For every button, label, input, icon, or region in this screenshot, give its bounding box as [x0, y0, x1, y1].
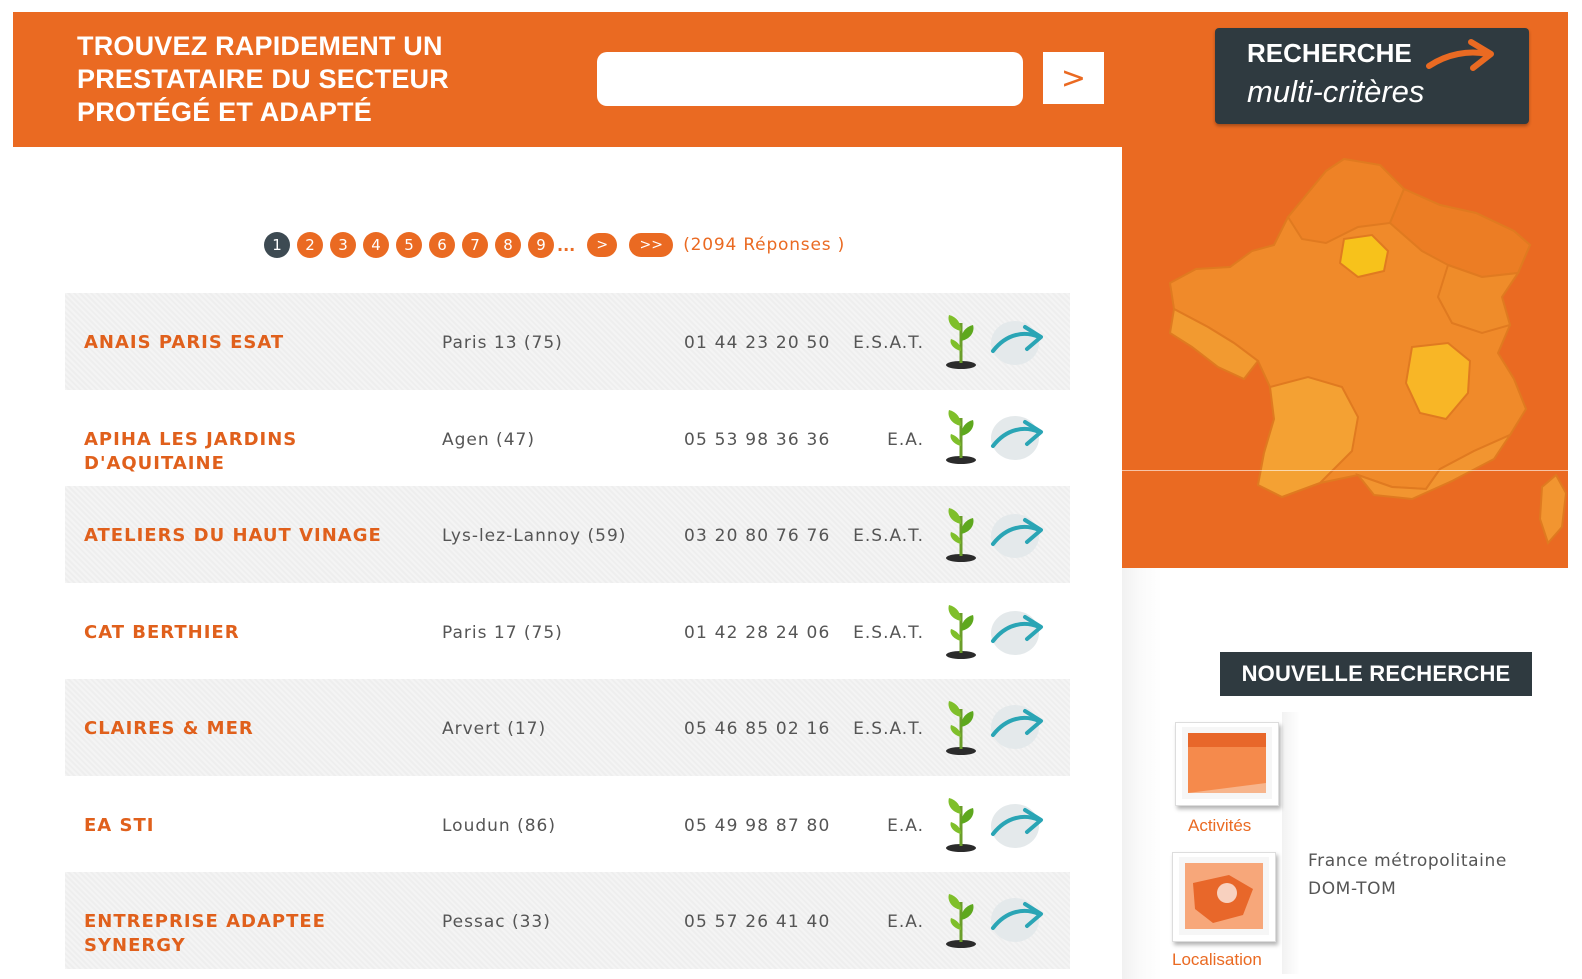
page-link[interactable]: 9	[528, 232, 554, 258]
go-arrow-icon[interactable]	[987, 701, 1045, 751]
result-name-link[interactable]: EA STI	[84, 814, 424, 838]
header-title-line: TROUVEZ RAPIDEMENT UN	[77, 31, 443, 61]
pagination-ellipsis: ...	[557, 235, 576, 255]
result-row: ATELIERS DU HAUT VINAGE Lys-lez-Lannoy (…	[65, 486, 1070, 583]
activities-thumbnail[interactable]	[1175, 722, 1279, 806]
result-phone: 05 53 98 36 36	[684, 429, 831, 450]
go-arrow-icon[interactable]	[987, 412, 1045, 462]
plant-icon	[946, 894, 976, 948]
new-search-button[interactable]: NOUVELLE RECHERCHE	[1220, 652, 1532, 696]
result-phone: 05 46 85 02 16	[684, 719, 831, 739]
search-submit-button[interactable]: >	[1043, 52, 1104, 104]
page-link[interactable]: 5	[396, 232, 422, 258]
plant-icon	[946, 508, 976, 562]
france-map[interactable]	[1122, 147, 1568, 568]
page-link[interactable]: 4	[363, 232, 389, 258]
result-phone: 01 44 23 20 50	[684, 333, 831, 353]
result-type: E.S.A.T.	[853, 526, 924, 546]
result-name-link[interactable]: ENTREPRISE ADAPTEE SYNERGY	[84, 910, 424, 958]
header-title-line: PROTÉGÉ ET ADAPTÉ	[77, 97, 372, 127]
localisation-thumbnail[interactable]	[1172, 852, 1276, 942]
header-title-line: PRESTATAIRE DU SECTEUR	[77, 64, 449, 94]
result-phone: 05 49 98 87 80	[684, 815, 831, 836]
plant-icon	[946, 315, 976, 369]
result-type: E.S.A.T.	[853, 622, 924, 643]
header-title: TROUVEZ RAPIDEMENT UN PRESTATAIRE DU SEC…	[77, 30, 497, 129]
result-city: Paris 13 (75)	[442, 333, 563, 353]
multi-search-label: RECHERCHE	[1247, 38, 1412, 68]
map-panel	[1122, 147, 1568, 568]
plant-icon	[946, 409, 976, 464]
page-link[interactable]: 8	[495, 232, 521, 258]
page-edge	[0, 0, 12, 979]
result-type: E.A.	[887, 815, 924, 836]
localisation-option-domtom[interactable]: DOM-TOM	[1308, 879, 1396, 899]
results-list: ANAIS PARIS ESAT Paris 13 (75) 01 44 23 …	[65, 293, 1070, 969]
orange-arrow-icon	[1426, 39, 1494, 71]
go-arrow-icon[interactable]	[987, 894, 1045, 944]
result-type: E.S.A.T.	[853, 333, 924, 353]
multi-search-sublabel: multi-critères	[1247, 74, 1425, 109]
page-link[interactable]: 3	[330, 232, 356, 258]
result-city: Loudun (86)	[442, 815, 556, 836]
plant-icon	[946, 604, 976, 659]
result-city: Arvert (17)	[442, 719, 547, 739]
multi-criteria-search-button[interactable]: RECHERCHE multi-critères	[1215, 28, 1529, 124]
result-name-link[interactable]: CAT BERTHIER	[84, 621, 424, 645]
result-row: CLAIRES & MER Arvert (17) 05 46 85 02 16…	[65, 679, 1070, 776]
last-page-button[interactable]: >>	[629, 233, 674, 257]
page-link[interactable]: 2	[297, 232, 323, 258]
go-arrow-icon[interactable]	[987, 510, 1045, 560]
page-link[interactable]: 6	[429, 232, 455, 258]
result-name-link[interactable]: ANAIS PARIS ESAT	[84, 331, 424, 355]
map-divider	[1122, 470, 1568, 471]
page-link[interactable]: 7	[462, 232, 488, 258]
result-row: EA STI Loudun (86) 05 49 98 87 80 E.A.	[65, 775, 1070, 872]
result-row: CAT BERTHIER Paris 17 (75) 01 42 28 24 0…	[65, 582, 1070, 679]
localisation-option-metropole[interactable]: France métropolitaine	[1308, 851, 1507, 871]
result-type: E.A.	[887, 912, 924, 932]
result-row: ENTREPRISE ADAPTEE SYNERGY Pessac (33) 0…	[65, 872, 1070, 969]
go-arrow-icon[interactable]	[987, 800, 1045, 850]
page-link[interactable]: 1	[264, 232, 290, 258]
plant-icon	[946, 797, 976, 852]
result-city: Agen (47)	[442, 429, 535, 450]
result-name-link[interactable]: APIHA LES JARDINS D'AQUITAINE	[84, 428, 424, 476]
result-phone: 01 42 28 24 06	[684, 622, 831, 643]
header-banner: TROUVEZ RAPIDEMENT UN PRESTATAIRE DU SEC…	[13, 12, 1568, 147]
thumbnail-separator	[1282, 712, 1300, 974]
result-city: Lys-lez-Lannoy (59)	[442, 526, 627, 546]
search-input[interactable]	[597, 52, 1023, 106]
result-type: E.S.A.T.	[853, 719, 924, 739]
result-phone: 05 57 26 41 40	[684, 912, 831, 932]
plant-icon	[946, 701, 976, 755]
activities-label[interactable]: Activités	[1188, 816, 1251, 836]
search-arrow-icon: >	[1060, 60, 1087, 96]
result-type: E.A.	[887, 429, 924, 450]
result-name-link[interactable]: CLAIRES & MER	[84, 717, 424, 741]
result-phone: 03 20 80 76 76	[684, 526, 831, 546]
next-page-button[interactable]: >	[587, 233, 618, 257]
notepad-icon	[1182, 727, 1272, 799]
localisation-label[interactable]: Localisation	[1172, 950, 1262, 970]
result-row: ANAIS PARIS ESAT Paris 13 (75) 01 44 23 …	[65, 293, 1070, 390]
result-row: APIHA LES JARDINS D'AQUITAINE Agen (47) …	[65, 389, 1070, 486]
result-city: Pessac (33)	[442, 912, 551, 932]
result-city: Paris 17 (75)	[442, 622, 563, 643]
pagination: 1 2 3 4 5 6 7 8 9 ... > >> (2094 Réponse…	[264, 231, 845, 259]
result-count: (2094 Réponses )	[683, 235, 846, 255]
result-name-link[interactable]: ATELIERS DU HAUT VINAGE	[84, 524, 424, 548]
go-arrow-icon[interactable]	[987, 317, 1045, 367]
go-arrow-icon[interactable]	[987, 607, 1045, 657]
map-pin-icon	[1179, 857, 1269, 935]
